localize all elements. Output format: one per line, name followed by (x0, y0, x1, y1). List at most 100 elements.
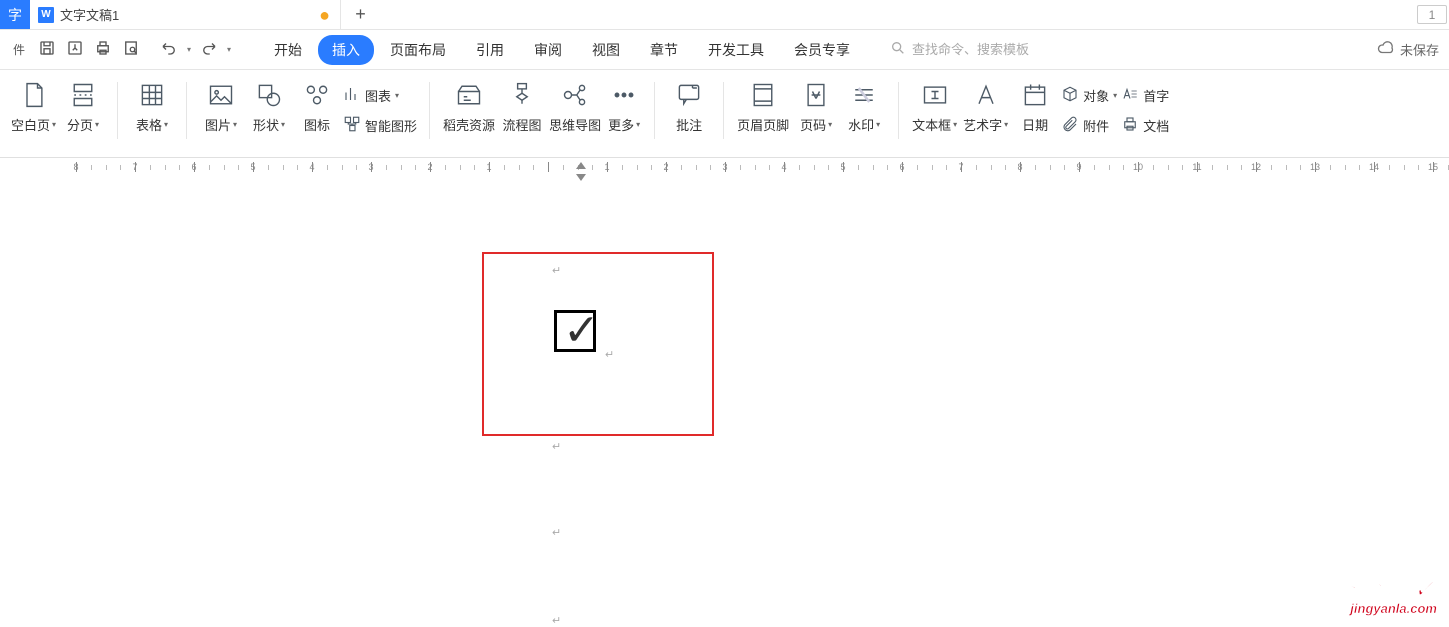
ruler-tick-label: 10 (1133, 162, 1143, 172)
more-button[interactable]: 更多▾ (604, 76, 644, 136)
search-box[interactable] (890, 40, 1062, 59)
hanging-indent-marker[interactable] (576, 174, 586, 181)
paragraph-mark: ↵ (552, 440, 561, 453)
attachment-button[interactable]: 附件 (1059, 110, 1119, 140)
ruler-tick-label: 5 (250, 162, 255, 172)
redo-dropdown[interactable]: ▾ (224, 37, 234, 63)
docparts-label: 文档 (1143, 116, 1169, 135)
chevron-down-icon: ▾ (187, 45, 191, 54)
docparts-button[interactable]: 文档 (1119, 110, 1171, 140)
group-comment: 批注 (659, 70, 719, 157)
table-button[interactable]: 表格▾ (128, 76, 176, 136)
date-button[interactable]: 日期 (1011, 76, 1059, 136)
group-hf: 页眉页脚 页码▾ 水印▾ (728, 70, 894, 157)
picture-button[interactable]: 图片▾ (197, 76, 245, 136)
export-icon (66, 39, 84, 60)
textbox-icon (921, 78, 949, 112)
dropcap-button[interactable]: 首字 (1119, 80, 1171, 110)
tab-view[interactable]: 视图 (578, 35, 634, 65)
chart-button[interactable]: 图表▾ (341, 80, 419, 110)
ruler-tick-label: 14 (1369, 162, 1379, 172)
smartart-label: 智能图形 (365, 116, 417, 135)
checkbox-symbol: ✓ (554, 310, 596, 358)
wordart-button[interactable]: 艺术字▾ (960, 76, 1011, 136)
blank-page-button[interactable]: 空白页▾ (8, 76, 59, 136)
tab-developer[interactable]: 开发工具 (694, 35, 778, 65)
tab-start[interactable]: 开始 (260, 35, 316, 65)
page-break-button[interactable]: 分页▾ (59, 76, 107, 136)
page-number-button[interactable]: 页码▾ (792, 76, 840, 136)
flowchart-button[interactable]: 流程图 (498, 76, 546, 136)
checkbox-box: ✓ (554, 310, 596, 352)
paragraph-mark: ↵ (552, 614, 561, 627)
undo-dropdown[interactable]: ▾ (184, 37, 194, 63)
smartart-button[interactable]: 智能图形 (341, 110, 419, 140)
home-tab-glyph: 字 (8, 5, 22, 25)
horizontal-ruler[interactable]: 87654321123456789101112131415 (0, 158, 1449, 182)
resource-button[interactable]: 稻壳资源 (440, 76, 498, 136)
mindmap-label: 思维导图 (549, 115, 601, 134)
file-button[interactable]: 件 (6, 37, 32, 63)
watermark-text: 经验啦 (1331, 577, 1406, 604)
wordart-icon (972, 78, 1000, 112)
ruler-tick-label: 5 (840, 162, 845, 172)
export-button[interactable] (62, 37, 88, 63)
first-line-indent-marker[interactable] (576, 162, 586, 169)
tab-insert[interactable]: 插入 (318, 35, 374, 65)
tab-page-layout[interactable]: 页面布局 (376, 35, 460, 65)
ruler-tick-label: 4 (309, 162, 314, 172)
header-footer-button[interactable]: 页眉页脚 (734, 76, 792, 136)
shape-button[interactable]: 形状▾ (245, 76, 293, 136)
more-icon (610, 78, 638, 112)
document-tab[interactable]: W 文字文稿1 ● (30, 0, 340, 29)
flowchart-label: 流程图 (503, 115, 542, 134)
paragraph-mark: ↵ (605, 348, 614, 361)
tab-references[interactable]: 引用 (462, 35, 518, 65)
separator (654, 82, 655, 139)
cloud-icon (1377, 39, 1395, 60)
textbox-button[interactable]: 文本框▾ (909, 76, 960, 136)
preview-icon (122, 39, 140, 60)
print-button[interactable] (90, 37, 116, 63)
dropcap-doc-col: 首字 文档 (1119, 76, 1171, 140)
top-right-glyph: 1 (1429, 8, 1436, 22)
mindmap-button[interactable]: 思维导图 (546, 76, 604, 136)
print-icon (94, 39, 112, 60)
print-preview-button[interactable] (118, 37, 144, 63)
chevron-down-icon: ▾ (227, 45, 231, 54)
doc-icon: W (38, 7, 54, 23)
comment-button[interactable]: 批注 (665, 76, 713, 136)
ruler-tick-label: 8 (73, 162, 78, 172)
document-canvas[interactable]: ↵ ✓ ↵ ↵ ↵ ↵ 经验啦 ✓ jingyanla.com (0, 182, 1449, 624)
chart-label: 图表 (365, 86, 391, 105)
group-illustrations: 图片▾ 形状▾ 图标 图表▾ 智能图形 (191, 70, 425, 157)
object-button[interactable]: 对象▾ (1059, 80, 1119, 110)
search-input[interactable] (912, 42, 1062, 57)
watermark-button[interactable]: 水印▾ (840, 76, 888, 136)
save-status[interactable]: 未保存 (1377, 39, 1439, 60)
save-button[interactable] (34, 37, 60, 63)
chevron-down-icon: ▾ (164, 120, 168, 129)
tab-review[interactable]: 审阅 (520, 35, 576, 65)
attachment-label: 附件 (1083, 116, 1109, 135)
top-right-button[interactable]: 1 (1417, 5, 1447, 24)
watermark-label: 水印 (848, 115, 874, 134)
picture-label: 图片 (205, 115, 231, 134)
icons-icon (303, 78, 331, 112)
icons-button[interactable]: 图标 (293, 76, 341, 136)
redo-button[interactable] (196, 37, 222, 63)
new-tab-button[interactable]: + (340, 0, 380, 29)
chevron-down-icon: ▾ (953, 120, 957, 129)
separator (898, 82, 899, 139)
watermark-check-icon: ✓ (1413, 573, 1437, 604)
home-tab[interactable]: 字 (0, 0, 30, 29)
watermark-logo: 经验啦 ✓ jingyanla.com (1331, 570, 1437, 616)
undo-button[interactable] (156, 37, 182, 63)
tab-member[interactable]: 会员专享 (780, 35, 864, 65)
page-number-icon (802, 78, 830, 112)
page-number-label: 页码 (800, 115, 826, 134)
tab-section[interactable]: 章节 (636, 35, 692, 65)
separator (186, 82, 187, 139)
paragraph-mark: ↵ (552, 526, 561, 539)
date-label: 日期 (1022, 115, 1048, 134)
